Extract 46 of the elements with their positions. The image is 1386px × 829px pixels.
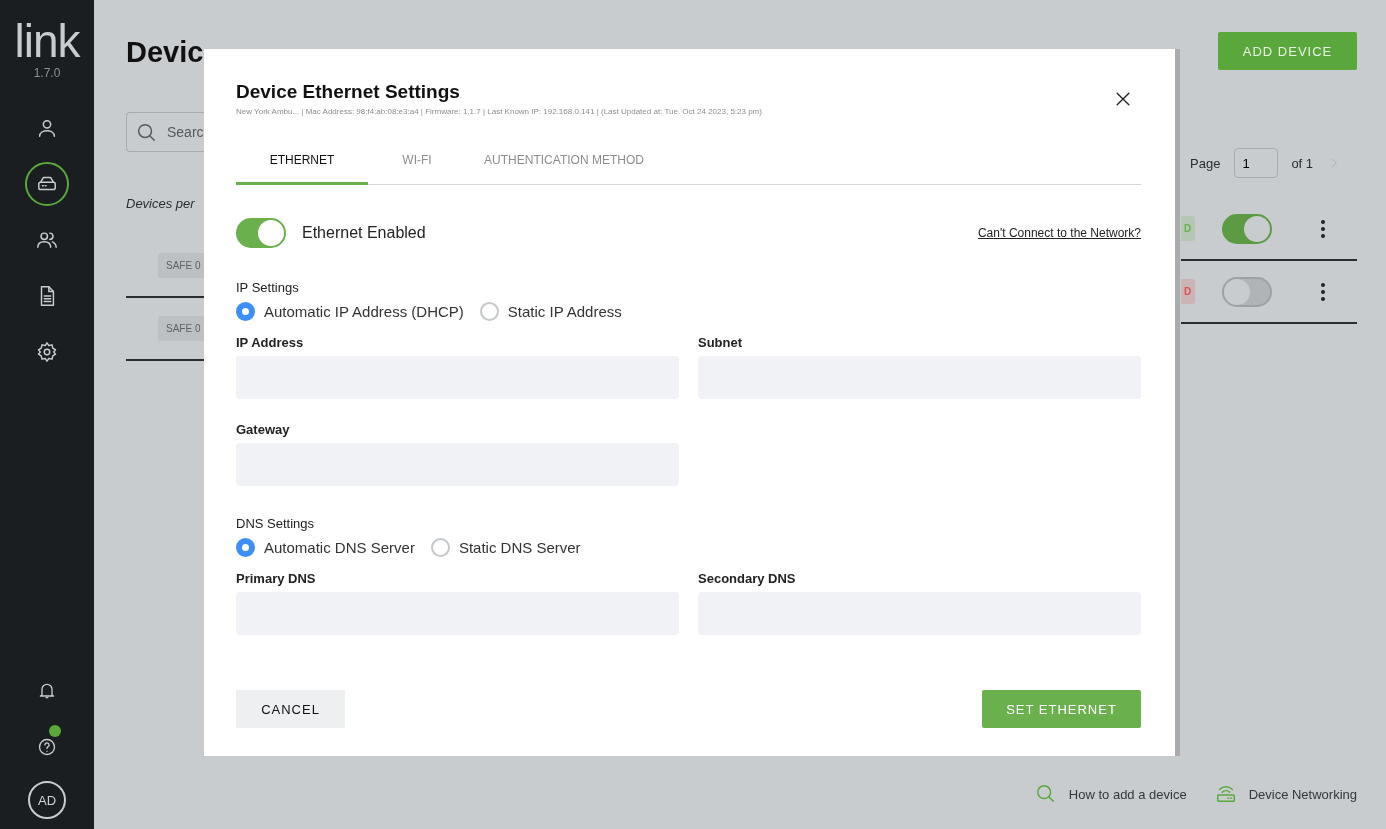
radio-label: Automatic DNS Server bbox=[264, 539, 415, 556]
cancel-button[interactable]: CANCEL bbox=[236, 690, 345, 728]
version-label: 1.7.0 bbox=[33, 66, 61, 80]
settings-icon bbox=[36, 341, 58, 363]
radio-button[interactable] bbox=[479, 302, 499, 321]
status-badge: D bbox=[1181, 216, 1196, 241]
radio-button[interactable] bbox=[430, 538, 450, 557]
device-toggle[interactable] bbox=[1222, 276, 1273, 307]
section-label: DNS Settings bbox=[236, 516, 316, 531]
field-label: Secondary DNS bbox=[698, 571, 797, 586]
radio-label: Automatic IP Address (DHCP) bbox=[264, 303, 464, 320]
radio-button[interactable] bbox=[236, 538, 255, 557]
page-label: Page bbox=[1190, 155, 1221, 171]
devices-per-page-label: Devices per bbox=[126, 196, 196, 211]
field-label: Gateway bbox=[236, 422, 291, 437]
logo: link bbox=[14, 18, 80, 64]
toggle-label: Ethernet Enabled bbox=[302, 224, 426, 242]
bell-icon bbox=[37, 681, 57, 701]
user-icon bbox=[36, 117, 58, 139]
page-input[interactable]: 1 bbox=[1234, 148, 1279, 178]
help-link[interactable]: Device Networking bbox=[1248, 786, 1357, 802]
field-label: Subnet bbox=[698, 335, 744, 350]
field-label: Primary DNS bbox=[236, 571, 317, 586]
radio-button[interactable] bbox=[236, 302, 255, 321]
help-link[interactable]: Can't Connect to the Network? bbox=[977, 226, 1141, 240]
search-icon bbox=[135, 121, 157, 143]
field-label: IP Address bbox=[236, 335, 305, 350]
page-total: of 1 bbox=[1291, 155, 1314, 171]
radio-label: Static IP Address bbox=[507, 303, 622, 320]
device-info: New York Ambu... | Mac Address: 98:f4:ab:08:e3:a4 | Firmware: 1.1.7 | Last Known IP: 192.168.0.141 | (Last Updated at: Tue. Oct 24 2023, 5:23 pm) bbox=[236, 107, 762, 116]
status-badge: D bbox=[1181, 279, 1196, 304]
ethernet-toggle[interactable] bbox=[236, 218, 286, 248]
users-icon bbox=[36, 229, 58, 251]
user-avatar[interactable]: AD bbox=[28, 781, 66, 819]
device-toggle[interactable] bbox=[1222, 213, 1273, 244]
nav-item[interactable] bbox=[25, 162, 69, 206]
tab[interactable]: ETHERNET bbox=[236, 146, 368, 185]
search-icon bbox=[1034, 783, 1057, 805]
search-field[interactable]: Searc bbox=[126, 112, 204, 152]
section-label: IP Settings bbox=[236, 280, 300, 295]
radio-label: Static DNS Server bbox=[458, 539, 581, 556]
dialog-title: Device Ethernet Settings bbox=[236, 81, 461, 103]
help-link[interactable]: How to add a device bbox=[1068, 786, 1187, 802]
router-icon bbox=[1214, 783, 1237, 805]
help-icon bbox=[37, 737, 57, 757]
page-title: Devic bbox=[126, 36, 204, 69]
